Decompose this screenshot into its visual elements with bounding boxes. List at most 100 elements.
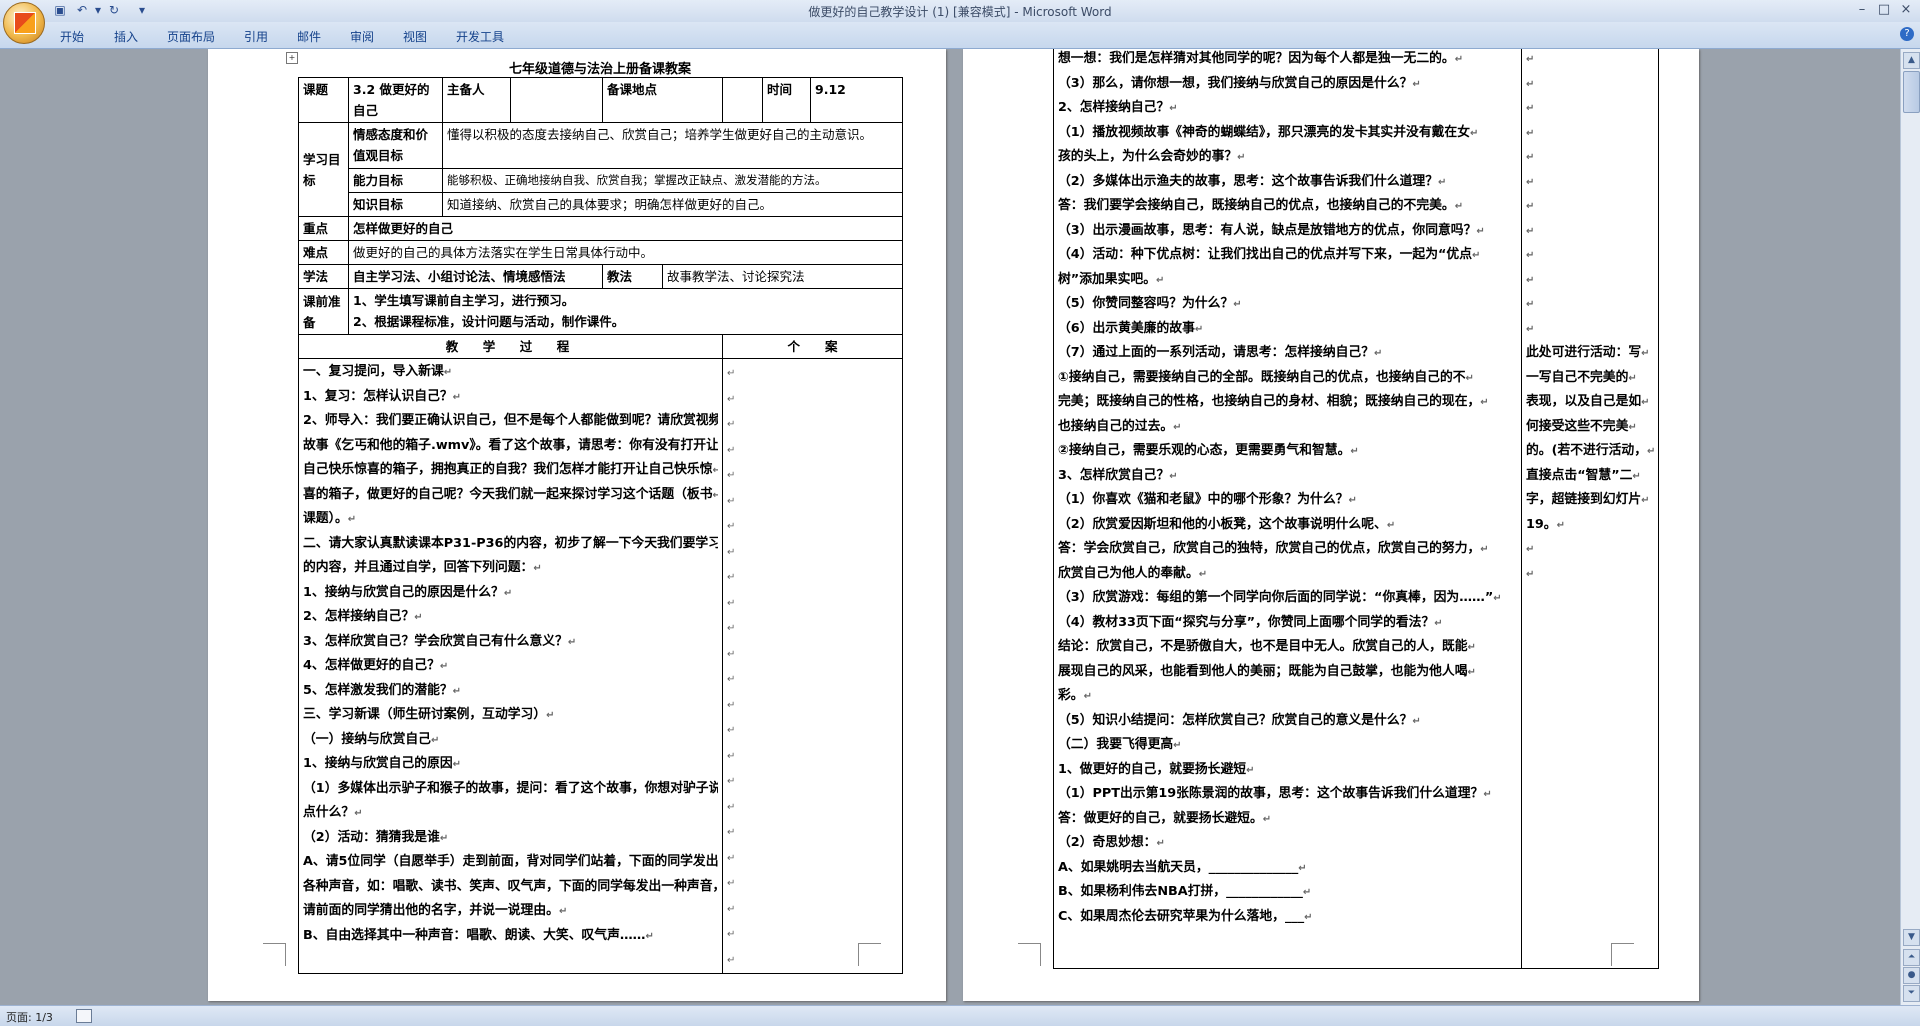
text-line[interactable]: 树”添加果实吧。↵ — [1058, 268, 1517, 293]
empty-note-line[interactable]: ↵ — [727, 462, 898, 488]
text-line[interactable]: （5）你赞同整容吗？为什么？↵ — [1058, 292, 1517, 317]
empty-note-line[interactable]: ↵ — [727, 845, 898, 871]
text-line[interactable]: 3、怎样欣赏自己？学会欣赏自己有什么意义？↵ — [303, 630, 718, 655]
text-line[interactable]: （1）多媒体出示驴子和猴子的故事，提问：看了这个故事，你想对驴子说↵ — [303, 777, 718, 802]
text-line[interactable]: ↵ — [1526, 96, 1654, 121]
text-line[interactable]: ↵ — [1526, 537, 1654, 562]
tab-references[interactable]: 引用 — [244, 28, 268, 45]
text-line[interactable]: 19。↵ — [1526, 513, 1654, 538]
previous-page-icon[interactable]: ⏶ — [1903, 949, 1920, 966]
text-line[interactable]: ↵ — [1526, 219, 1654, 244]
empty-note-line[interactable]: ↵ — [727, 360, 898, 386]
text-line[interactable]: （4）教材33页下面“探究与分享”，你赞同上面哪个同学的看法？↵ — [1058, 611, 1517, 636]
text-line[interactable]: ↵ — [1526, 72, 1654, 97]
maximize-button[interactable]: □ — [1876, 2, 1892, 18]
proofing-icon[interactable] — [76, 1009, 92, 1023]
text-line[interactable]: 一写自己不完美的↵ — [1526, 366, 1654, 391]
text-line[interactable]: 各种声音，如：唱歌、读书、笑声、叹气声，下面的同学每发出一种声音，↵ — [303, 875, 718, 900]
text-line[interactable]: 1、做更好的自己，就要扬长避短↵ — [1058, 758, 1517, 783]
empty-note-line[interactable]: ↵ — [727, 386, 898, 412]
time-value[interactable]: 9.12 — [810, 77, 904, 123]
table-move-handle-icon[interactable]: + — [286, 52, 298, 64]
text-line[interactable]: 喜的箱子，做更好的自己呢？今天我们就一起来探讨学习这个话题（板书↵ — [303, 483, 718, 508]
goal-text-attitude[interactable]: 懂得以积极的态度去接纳自己、欣赏自己；培养学生做更好自己的主动意识。 — [441, 122, 904, 169]
text-line[interactable]: 何接受这些不完美↵ — [1526, 415, 1654, 440]
close-button[interactable]: × — [1898, 2, 1914, 18]
key-point-text[interactable]: 怎样做更好的自己 — [347, 216, 904, 241]
process-column-page-2[interactable]: 想一想：我们是怎样猜对其他同学的呢？因为每个人都是独一无二的。↵ （3）那么，请你… — [1053, 49, 1522, 969]
empty-note-line[interactable]: ↵ — [727, 590, 898, 616]
scroll-thumb[interactable] — [1903, 71, 1920, 113]
text-line[interactable]: B、自由选择其中一种声音：唱歌、朗读、大笑、叹气声……↵ — [303, 924, 718, 949]
tab-insert[interactable]: 插入 — [114, 28, 138, 45]
empty-note-line[interactable]: ↵ — [727, 488, 898, 514]
text-line[interactable]: 直接点击“智慧”二↵ — [1526, 464, 1654, 489]
empty-note-line[interactable]: ↵ — [727, 564, 898, 590]
vertical-scrollbar[interactable]: ▲ ▼ ⏶ ● ⏷ — [1900, 49, 1920, 1005]
notes-column-page-2[interactable]: ↵ ↵ ↵ ↵ ↵ ↵ ↵ ↵ ↵ ↵ ↵ ↵ 此处可进行活动：写↵ 一写自己不完美的↵ 表现，以及自己是如… — [1521, 49, 1659, 969]
scroll-up-icon[interactable]: ▲ — [1903, 52, 1920, 69]
text-line[interactable]: 想一想：我们是怎样猜对其他同学的呢？因为每个人都是独一无二的。↵ — [1058, 49, 1517, 72]
text-line[interactable]: （二）我要飞得更高↵ — [1058, 733, 1517, 758]
scroll-down-icon[interactable]: ▼ — [1903, 929, 1920, 946]
text-line[interactable]: 彩。↵ — [1058, 684, 1517, 709]
empty-note-line[interactable]: ↵ — [727, 666, 898, 692]
empty-note-line[interactable]: ↵ — [727, 768, 898, 794]
text-line[interactable]: 结论：欣赏自己，不是骄傲自大，也不是目中无人。欣赏自己的人，既能↵ — [1058, 635, 1517, 660]
text-line[interactable]: 一、复习提问，导入新课↵ — [303, 360, 718, 385]
text-line[interactable]: A、如果姚明去当航天员，______________↵ — [1058, 856, 1517, 881]
text-line[interactable]: 1、接纳与欣赏自己的原因是什么？↵ — [303, 581, 718, 606]
tab-developer[interactable]: 开发工具 — [456, 28, 504, 45]
empty-note-line[interactable]: ↵ — [727, 819, 898, 845]
text-line[interactable]: （3）出示漫画故事，思考：有人说，缺点是放错地方的优点，你同意吗？↵ — [1058, 219, 1517, 244]
text-line[interactable]: ①接纳自己，需要接纳自己的全部。既接纳自己的优点，也接纳自己的不↵ — [1058, 366, 1517, 391]
document-area[interactable]: + 七年级道德与法治上册备课教案 课题 3.2 做更好的自己 主备人 备课地点 … — [0, 49, 1900, 1005]
text-line[interactable]: 4、怎样做更好的自己？↵ — [303, 654, 718, 679]
text-line[interactable]: （2）欣赏爱因斯坦和他的小板凳，这个故事说明什么呢、↵ — [1058, 513, 1517, 538]
lesson-title[interactable]: 3.2 做更好的自己 — [348, 77, 443, 123]
help-icon[interactable]: ? — [1900, 27, 1914, 41]
text-line[interactable]: 完美；既接纳自己的性格，也接纳自己的身材、相貌；既接纳自己的现在，↵ — [1058, 390, 1517, 415]
text-line[interactable]: ②接纳自己，需要乐观的心态，更需要勇气和智慧。↵ — [1058, 439, 1517, 464]
prep-item[interactable]: 2、根据课程标准，设计问题与活动，制作课件。 — [353, 311, 898, 332]
process-column-page-1[interactable]: 一、复习提问，导入新课↵ 1、复习：怎样认识自己？↵ 2、师导入：我们要正确认识自己… — [297, 358, 724, 974]
text-line[interactable]: （一）接纳与欣赏自己↵ — [303, 728, 718, 753]
empty-note-line[interactable]: ↵ — [727, 743, 898, 769]
text-line[interactable]: ↵ — [1526, 145, 1654, 170]
empty-note-line[interactable]: ↵ — [727, 870, 898, 896]
text-line[interactable]: 1、接纳与欣赏自己的原因↵ — [303, 752, 718, 777]
text-line[interactable]: 三、学习新课（师生研讨案例，互动学习）↵ — [303, 703, 718, 728]
text-line[interactable]: ↵ — [1526, 194, 1654, 219]
difficulty-text[interactable]: 做更好的自己的具体方法落实在学生日常具体行动中。 — [347, 240, 904, 265]
text-line[interactable]: 5、怎样激发我们的潜能？↵ — [303, 679, 718, 704]
goal-text-ability[interactable]: 能够积极、正确地接纳自我、欣赏自我；掌握改正缺点、激发潜能的方法。 — [441, 168, 904, 193]
text-line[interactable]: （2）奇思妙想：↵ — [1058, 831, 1517, 856]
text-line[interactable]: 故事《乞丐和他的箱子.wmv》。看了这个故事，请思考：你有没有打开让↵ — [303, 434, 718, 459]
preparer-value[interactable] — [510, 77, 603, 123]
text-line[interactable]: ↵ — [1526, 243, 1654, 268]
empty-note-line[interactable]: ↵ — [727, 411, 898, 437]
text-line[interactable]: 的。(若不进行活动，↵ — [1526, 439, 1654, 464]
text-line[interactable]: 2、怎样接纳自己？↵ — [303, 605, 718, 630]
text-line[interactable]: ↵ — [1526, 317, 1654, 342]
text-line[interactable]: ↵ — [1526, 268, 1654, 293]
text-line[interactable]: ↵ — [1526, 170, 1654, 195]
text-line[interactable]: 孩的头上，为什么会奇妙的事？↵ — [1058, 145, 1517, 170]
browse-object-icon[interactable]: ● — [1903, 967, 1920, 984]
text-line[interactable]: 请前面的同学猜出他的名字，并说一说理由。↵ — [303, 899, 718, 924]
text-line[interactable]: 字，超链接到幻灯片↵ — [1526, 488, 1654, 513]
text-line[interactable]: （1）播放视频故事《神奇的蝴蝶结》，那只漂亮的发卡其实并没有戴在女↵ — [1058, 121, 1517, 146]
text-line[interactable]: A、请5位同学（自愿举手）走到前面，背对同学们站着，下面的同学发出↵ — [303, 850, 718, 875]
text-line[interactable]: （4）活动：种下优点树：让我们找出自己的优点并写下来，一起为“优点↵ — [1058, 243, 1517, 268]
text-line[interactable]: 展现自己的风采，也能看到他人的美丽；既能为自己鼓掌，也能为他人喝↵ — [1058, 660, 1517, 685]
empty-note-line[interactable]: ↵ — [727, 615, 898, 641]
text-line[interactable]: 的内容，并且通过自学，回答下列问题：↵ — [303, 556, 718, 581]
text-line[interactable]: 答：做更好的自己，就要扬长避短。↵ — [1058, 807, 1517, 832]
text-line[interactable]: 自己快乐惊喜的箱子，拥抱真正的自我？我们怎样才能打开让自己快乐惊↵ — [303, 458, 718, 483]
text-line[interactable]: 点什么？↵ — [303, 801, 718, 826]
tab-mailings[interactable]: 邮件 — [297, 28, 321, 45]
text-line[interactable]: 欣赏自己为他人的奉献。↵ — [1058, 562, 1517, 587]
next-page-icon[interactable]: ⏷ — [1903, 985, 1920, 1002]
text-line[interactable]: 3、怎样欣赏自己？↵ — [1058, 464, 1517, 489]
empty-note-line[interactable]: ↵ — [727, 641, 898, 667]
